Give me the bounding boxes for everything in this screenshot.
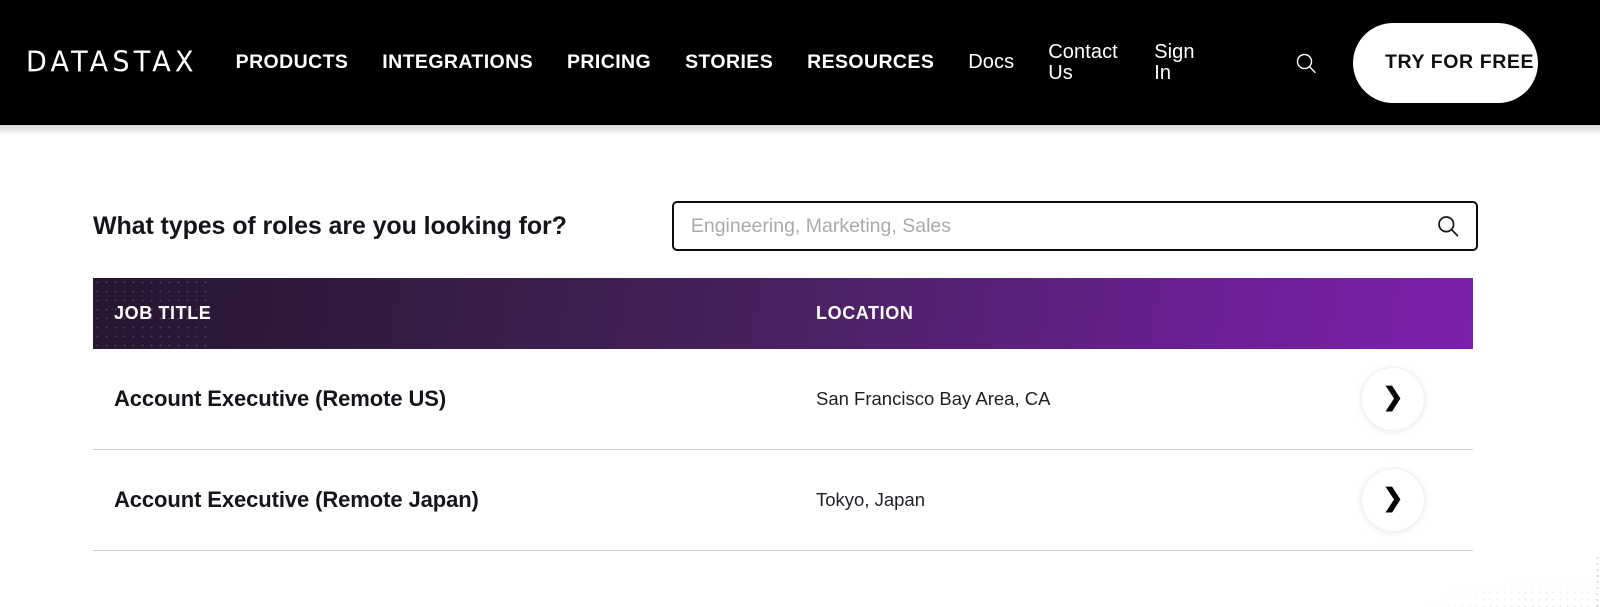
try-for-free-button[interactable]: TRY FOR FREE (1353, 23, 1538, 103)
search-icon[interactable] (1295, 52, 1317, 74)
chevron-right-icon[interactable]: ❯ (1361, 367, 1425, 431)
column-header-job-title: JOB TITLE (93, 303, 816, 324)
search-input[interactable] (691, 215, 1428, 238)
column-header-location: LOCATION (816, 303, 913, 324)
decorative-edge-dots (1595, 555, 1600, 607)
search-input-wrapper[interactable] (672, 201, 1478, 251)
job-title: Account Executive (Remote US) (93, 386, 816, 412)
nav-item-integrations[interactable]: INTEGRATIONS (382, 52, 533, 72)
search-icon[interactable] (1436, 214, 1460, 238)
datastax-logo[interactable]: DATASTAX (26, 46, 198, 79)
job-title: Account Executive (Remote Japan) (93, 487, 816, 513)
nav-bottom-shadow (0, 125, 1600, 135)
table-row[interactable]: Account Executive (Remote Japan) Tokyo, … (93, 450, 1473, 551)
nav-item-resources[interactable]: RESOURCES (807, 52, 934, 72)
table-header-row: JOB TITLE LOCATION (93, 278, 1473, 349)
top-navigation-bar: DATASTAX PRODUCTS INTEGRATIONS PRICING S… (0, 0, 1600, 125)
chevron-right-icon[interactable]: ❯ (1361, 468, 1425, 532)
nav-item-pricing[interactable]: PRICING (567, 52, 651, 72)
nav-item-docs[interactable]: Docs (968, 52, 1014, 73)
job-action-cell: ❯ (1361, 367, 1473, 431)
decorative-dot-pattern (1410, 561, 1600, 607)
nav-item-sign-in[interactable]: Sign In (1154, 42, 1202, 84)
job-location: San Francisco Bay Area, CA (816, 388, 1361, 410)
job-action-cell: ❯ (1361, 468, 1473, 532)
page-title: What types of roles are you looking for? (93, 212, 567, 241)
job-location: Tokyo, Japan (816, 489, 1361, 511)
table-row[interactable]: Account Executive (Remote US) San Franci… (93, 349, 1473, 450)
nav-item-stories[interactable]: STORIES (685, 52, 773, 72)
logo-text: DATASTAX (26, 46, 198, 79)
role-search-section: What types of roles are you looking for? (0, 201, 1600, 251)
nav-item-products[interactable]: PRODUCTS (236, 52, 349, 72)
try-for-free-label: TRY FOR FREE (1385, 50, 1534, 74)
jobs-table: JOB TITLE LOCATION Account Executive (Re… (93, 278, 1473, 551)
nav-item-contact-us[interactable]: Contact Us (1048, 42, 1124, 84)
nav-links: PRODUCTS INTEGRATIONS PRICING STORIES RE… (236, 42, 1295, 84)
